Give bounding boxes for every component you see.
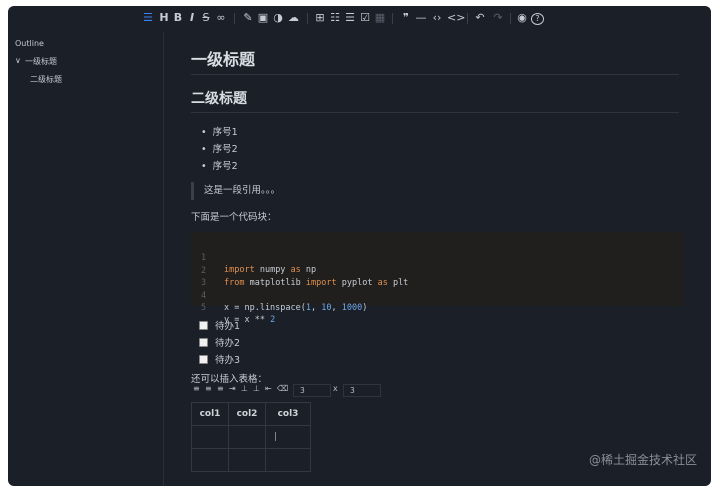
table-icon[interactable]: ▦ [374, 11, 386, 25]
code-line: 1 import numpy as np [201, 253, 317, 275]
list-item: 序号1 [201, 124, 238, 138]
heading-2-divider [191, 112, 679, 113]
table-cell[interactable] [191, 448, 229, 472]
table-header-cell[interactable]: col1 [191, 402, 229, 426]
help-icon[interactable]: ? [531, 13, 544, 25]
outline-panel: Outline ∨ 一级标题 二级标题 [8, 32, 164, 486]
ordered-list-icon[interactable]: ☰ [344, 11, 356, 25]
task-item[interactable]: 待办1 [199, 318, 240, 332]
add-block-icon[interactable]: ⊞ [314, 11, 326, 25]
strikethrough-icon[interactable]: S [200, 11, 212, 25]
code-line: 5 y = x ** 2 [201, 303, 276, 325]
table-row [191, 448, 311, 472]
table-intro-text: 还可以插入表格： [191, 374, 268, 385]
task-item[interactable]: 待办3 [199, 352, 240, 366]
heading-1: 一级标题 [191, 50, 256, 69]
heading-2: 二级标题 [191, 91, 247, 107]
outline-item-h1[interactable]: 一级标题 [25, 56, 57, 67]
redo-icon[interactable]: ↷ [492, 11, 504, 25]
checkbox[interactable] [199, 338, 208, 347]
line-number: 5 [201, 303, 207, 313]
insert-column-icon[interactable]: ⊥ [241, 384, 248, 393]
horizontal-rule-icon[interactable]: — [415, 11, 427, 25]
quote-icon[interactable]: ❞ [400, 11, 412, 25]
sticker-icon[interactable]: ◑ [272, 11, 284, 25]
delete-row-icon[interactable]: ⇤ [265, 384, 272, 393]
list-item: 序号2 [201, 158, 238, 172]
toolbar: ☰ H B I S ∞ ✎ ▣ ◑ ☁ ⊞ ☷ ☰ ☑ ▦ ❞ — ‹› <> … [8, 6, 711, 32]
watermark: @稀土掘金技术社区 [588, 453, 697, 467]
blockquote: 这是一段引用。。。 [191, 182, 280, 200]
editor-window: ☰ H B I S ∞ ✎ ▣ ◑ ☁ ⊞ ☷ ☰ ☑ ▦ ❞ — ‹› <> … [8, 6, 711, 486]
insert-row-icon[interactable]: ⇥ [229, 384, 236, 393]
table-cell[interactable] [191, 425, 229, 449]
table-size-separator: x [333, 384, 338, 393]
code-line: 4 x = np.linspace(1, 10, 1000) [201, 290, 368, 313]
code-line: 2 from matplotlib import pyplot as plt [201, 265, 409, 288]
task-label: 待办1 [215, 321, 241, 332]
table-cell[interactable] [265, 448, 311, 472]
table-header-cell[interactable]: col2 [228, 402, 266, 426]
outline-item-h2[interactable]: 二级标题 [30, 74, 62, 85]
image-icon[interactable]: ▣ [257, 11, 269, 25]
editor-content[interactable]: 一级标题 二级标题 序号1 序号2 序号2 这是一段引用。。。 下面是一个代码块… [165, 32, 711, 486]
task-item[interactable]: 待办2 [199, 335, 240, 349]
upload-cloud-icon[interactable]: ☁ [287, 11, 300, 25]
delete-column-icon[interactable]: ⊥ [253, 384, 260, 393]
align-icon[interactable]: ☰ [142, 11, 154, 25]
outline-title: Outline [15, 39, 44, 48]
link-icon[interactable]: ∞ [214, 11, 228, 25]
checkbox[interactable] [199, 355, 208, 364]
bold-icon[interactable]: B [172, 11, 184, 25]
table-cols-input[interactable]: 3 [343, 384, 381, 397]
table-cell[interactable] [228, 425, 266, 449]
code-line: 3 [191, 265, 684, 288]
table-cell[interactable] [228, 448, 266, 472]
heading-1-divider [191, 74, 679, 75]
chevron-down-icon[interactable]: ∨ [15, 56, 21, 65]
heading-icon[interactable]: H [158, 11, 170, 25]
task-label: 待办2 [215, 338, 241, 349]
align-center-icon[interactable]: ≡ [205, 384, 212, 393]
data-table[interactable]: col1 col2 col3 | [191, 402, 311, 472]
undo-icon[interactable]: ↶ [474, 11, 486, 25]
align-right-icon[interactable]: ≡ [217, 384, 224, 393]
preview-icon[interactable]: ◉ [516, 11, 528, 25]
code-block[interactable]: 1 import numpy as np 2 from matplotlib i… [191, 232, 684, 325]
table-rows-input[interactable]: 3 [293, 384, 331, 397]
table-row: | [191, 425, 311, 449]
code-intro-text: 下面是一个代码块： [191, 212, 277, 223]
table-header-row: col1 col2 col3 [191, 402, 311, 426]
list-item: 序号2 [201, 141, 238, 155]
task-list-icon[interactable]: ☑ [359, 11, 371, 25]
table-header-cell[interactable]: col3 [265, 402, 311, 426]
checkbox[interactable] [199, 321, 208, 330]
inline-code-icon[interactable]: ‹› [430, 11, 444, 25]
align-left-icon[interactable]: ≡ [193, 384, 200, 393]
italic-icon[interactable]: I [186, 11, 198, 25]
task-label: 待办3 [215, 355, 241, 366]
table-cell[interactable]: | [265, 425, 311, 449]
bullet-list-icon[interactable]: ☷ [329, 11, 341, 25]
delete-table-icon[interactable]: ⌫ [277, 384, 288, 393]
edit-icon[interactable]: ✎ [242, 11, 254, 25]
code-block-icon[interactable]: <> [447, 11, 465, 25]
